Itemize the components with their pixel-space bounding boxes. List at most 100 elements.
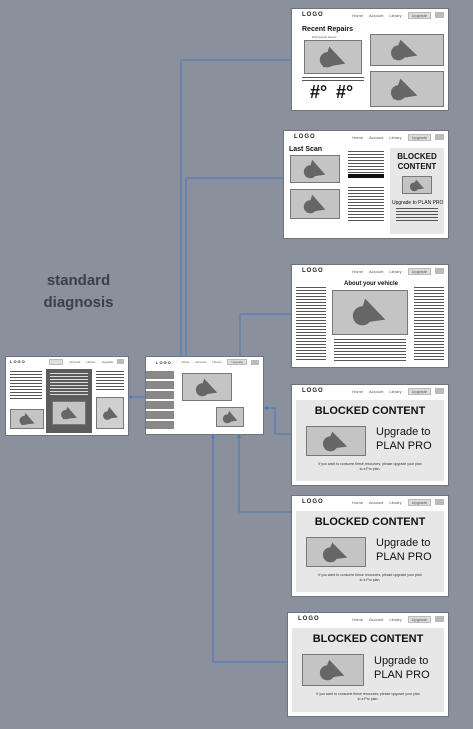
sidebar-item[interactable]	[146, 401, 174, 409]
page-title: About your vehicle	[344, 281, 399, 287]
sidebar-item[interactable]	[146, 391, 174, 399]
nav-bar: LOGO Home Account Library Upgrade	[288, 613, 448, 625]
nav-item-account[interactable]: Account	[369, 389, 383, 394]
upgrade-line-1: Upgrade to	[376, 537, 431, 549]
nav-item-library[interactable]: Library	[389, 500, 401, 505]
nav-item-library[interactable]: Library	[86, 360, 95, 364]
logo: LOGO	[10, 359, 26, 364]
upgrade-line-1: Upgrade to	[374, 655, 429, 667]
nav-upgrade-button[interactable]: Upgrade	[407, 387, 431, 395]
nav-item-account[interactable]: Account	[195, 360, 206, 364]
upgrade-note: If you want to consume these resources, …	[318, 573, 422, 582]
nav-item-account[interactable]: Account	[369, 269, 383, 274]
text-block	[396, 208, 438, 222]
nav-upgrade-button[interactable]: Upgrade	[227, 359, 247, 365]
menu-icon[interactable]	[117, 359, 124, 364]
page-title: Recent Repairs	[302, 26, 353, 33]
logo: LOGO	[156, 359, 172, 365]
menu-icon[interactable]	[435, 388, 444, 394]
text-column-right	[414, 287, 444, 361]
image-placeholder	[290, 155, 340, 183]
nav-item-library[interactable]: Library	[389, 13, 401, 18]
nav-pill[interactable]	[49, 358, 64, 365]
sidebar	[146, 371, 174, 431]
blocked-heading: BLOCKED CONTENT	[397, 152, 437, 171]
frame-blocked-3[interactable]: LOGO Home Account Library Upgrade BLOCKE…	[288, 613, 448, 716]
diagram-title: standard diagnosis	[43, 272, 114, 311]
text-block	[10, 371, 42, 401]
blocked-heading: BLOCKED CONTENT	[314, 405, 426, 417]
nav-item-home[interactable]: Home	[352, 617, 363, 622]
text-block	[348, 187, 384, 223]
frame-blocked-2[interactable]: LOGO Home Account Library Upgrade BLOCKE…	[292, 496, 448, 596]
nav-item-library[interactable]: Library	[212, 360, 221, 364]
image-placeholder	[332, 290, 408, 335]
nav-item-upgrade[interactable]: Upgrade	[101, 360, 113, 364]
sidebar-item[interactable]	[146, 421, 174, 429]
nav-item-library[interactable]: Library	[389, 269, 401, 274]
menu-icon[interactable]	[435, 134, 444, 140]
blocked-panel: BLOCKED CONTENT Upgrade to PLAN PRO If y…	[292, 628, 444, 712]
nav-item-home[interactable]: Home	[181, 360, 189, 364]
logo: LOGO	[302, 12, 324, 18]
upgrade-line-2: PLAN PRO	[376, 551, 432, 563]
image-placeholder	[182, 373, 232, 401]
frame-hub[interactable]: LOGO Home Account Library Upgrade	[146, 357, 263, 434]
sidebar-item[interactable]	[146, 411, 174, 419]
nav-item-account[interactable]: Account	[69, 360, 80, 364]
nav-item-account[interactable]: Account	[369, 617, 383, 622]
upgrade-text: Upgrade to PLAN PRO	[392, 200, 444, 206]
nav-upgrade-button[interactable]: Upgrade	[407, 267, 431, 275]
nav-upgrade-button[interactable]: Upgrade	[407, 11, 431, 19]
blocked-panel: BLOCKED CONTENT Upgrade to PLAN PRO If y…	[296, 400, 444, 481]
image-placeholder	[216, 407, 244, 427]
sidebar-item[interactable]	[146, 371, 174, 379]
nav-item-account[interactable]: Account	[369, 135, 383, 140]
sidebar-item[interactable]	[146, 381, 174, 389]
menu-icon[interactable]	[435, 499, 444, 505]
logo: LOGO	[302, 268, 324, 274]
big-stat-right: #°	[336, 82, 354, 102]
menu-icon[interactable]	[435, 268, 444, 274]
nav-item-library[interactable]: Library	[389, 617, 401, 622]
nav-bar: LOGO Home Account Library Upgrade	[292, 496, 448, 508]
image-placeholder	[290, 189, 340, 219]
image-placeholder	[302, 654, 364, 686]
frame-last-scan[interactable]: LOGO Home Account Library Upgrade Last S…	[284, 131, 448, 238]
nav-item-home[interactable]: Home	[352, 269, 363, 274]
nav-item-library[interactable]: Library	[389, 135, 401, 140]
page-title: Last Scan	[289, 146, 323, 153]
nav-item-home[interactable]: Home	[352, 500, 363, 505]
nav-item-library[interactable]: Library	[389, 389, 401, 394]
nav-upgrade-button[interactable]: Upgrade	[407, 498, 431, 506]
menu-icon[interactable]	[435, 12, 444, 18]
nav-upgrade-button[interactable]: Upgrade	[407, 133, 431, 141]
image-placeholder	[304, 40, 362, 74]
menu-icon[interactable]	[435, 616, 444, 622]
nav-upgrade-button[interactable]: Upgrade	[407, 615, 431, 623]
connector-hub-to-recent-repairs	[180, 59, 292, 358]
nav-item-account[interactable]: Account	[369, 500, 383, 505]
nav-item-home[interactable]: Home	[352, 13, 363, 18]
frame-blocked-1[interactable]: LOGO Home Account Library Upgrade BLOCKE…	[292, 385, 448, 485]
caption: Discovered issues	[312, 35, 337, 39]
nav-bar: LOGO Home Account Library Upgrade	[292, 265, 448, 277]
blocked-heading: BLOCKED CONTENT	[312, 633, 424, 645]
upgrade-note: If you want to consume these resources, …	[318, 462, 422, 471]
nav-item-home[interactable]: Home	[352, 389, 363, 394]
upgrade-line-1: Upgrade to	[376, 426, 431, 438]
nav-bar: LOGO Home Account Library Upgrade	[284, 131, 448, 143]
frame-standard-diagnosis[interactable]: LOGO Account Library Upgrade	[6, 357, 128, 435]
text-block	[96, 371, 124, 391]
nav-bar: LOGO Home Account Library Upgrade	[292, 385, 448, 397]
nav-item-home[interactable]: Home	[352, 135, 363, 140]
nav-item-account[interactable]: Account	[369, 13, 383, 18]
menu-icon[interactable]	[251, 359, 259, 365]
frame-recent-repairs[interactable]: LOGO Home Account Library Upgrade Recent…	[292, 9, 448, 110]
frame-about-vehicle[interactable]: LOGO Home Account Library Upgrade About …	[292, 265, 448, 367]
scan-button[interactable]	[348, 174, 384, 178]
nav-bar: LOGO Account Library Upgrade	[6, 357, 128, 366]
image-placeholder	[10, 409, 44, 429]
upgrade-note: If you want to consume these resources, …	[316, 692, 420, 701]
upgrade-line-2: PLAN PRO	[376, 440, 432, 452]
